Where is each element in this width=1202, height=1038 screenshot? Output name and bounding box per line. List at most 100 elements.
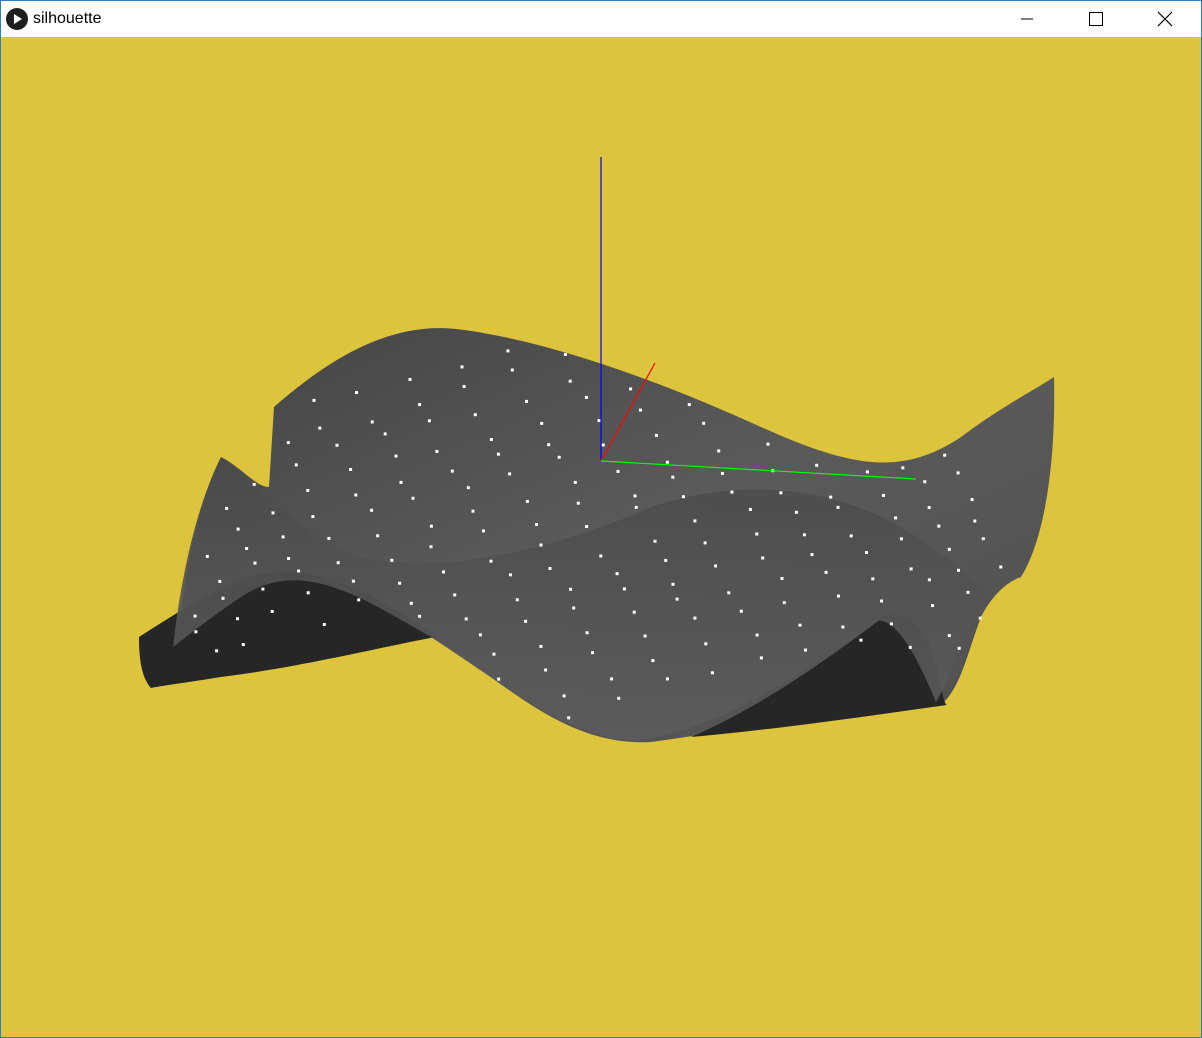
render-canvas[interactable] <box>1 37 1201 1037</box>
surface-point <box>383 432 387 436</box>
surface-point <box>766 442 770 446</box>
surface-point <box>336 561 340 565</box>
surface-point <box>923 480 927 484</box>
surface-point <box>562 694 566 698</box>
surface-point <box>215 649 219 653</box>
surface-point <box>727 591 731 595</box>
surface-point <box>794 510 798 514</box>
surface-point <box>622 587 626 591</box>
surface-point <box>591 651 594 655</box>
surface-point <box>717 449 721 453</box>
play-circle-icon <box>6 8 28 30</box>
surface-point <box>408 378 412 381</box>
surface-point <box>327 536 331 540</box>
surface-point <box>370 508 374 512</box>
surface-point <box>450 469 454 473</box>
surface-point <box>899 537 903 541</box>
surface-point <box>693 519 697 523</box>
surface-point <box>927 578 931 582</box>
surface-point <box>306 489 310 492</box>
surface-point <box>687 403 691 407</box>
surface-point <box>956 471 960 475</box>
surface-point <box>390 558 394 562</box>
surface-point <box>638 408 642 412</box>
surface-point <box>890 622 893 626</box>
surface-point <box>515 598 519 602</box>
surface-point <box>585 525 589 528</box>
surface-point <box>901 466 905 470</box>
surface-point <box>245 547 249 550</box>
surface-point <box>681 495 685 499</box>
surface-point <box>539 644 543 648</box>
surface-point <box>957 646 961 650</box>
surface-point <box>714 564 718 568</box>
surface-point <box>978 616 982 620</box>
surface-point <box>654 433 658 437</box>
surface-point <box>730 490 734 494</box>
surface-point <box>576 501 580 505</box>
surface-point <box>894 516 898 520</box>
surface-point <box>355 391 358 394</box>
surface-point <box>478 633 482 637</box>
surface-point <box>633 494 637 498</box>
surface-point <box>779 491 783 495</box>
surface-point <box>398 581 402 585</box>
surface-point <box>271 511 275 515</box>
surface-point <box>865 551 868 554</box>
surface-point <box>585 631 589 635</box>
surface-point <box>287 557 291 560</box>
surface-point <box>693 616 697 620</box>
surface-point <box>482 529 485 533</box>
app-window: silhouette <box>0 0 1202 1038</box>
surface-point <box>601 443 605 447</box>
surface-point <box>782 601 786 605</box>
title-bar[interactable]: silhouette <box>1 1 1201 37</box>
close-button[interactable] <box>1142 1 1188 37</box>
surface-point <box>427 419 431 423</box>
surface-point <box>755 532 759 536</box>
surface-point <box>510 368 514 372</box>
surface-point <box>759 656 763 660</box>
surface-point <box>937 524 941 528</box>
surface-point <box>880 599 884 603</box>
surface-point <box>947 547 951 551</box>
surface-point <box>409 601 413 605</box>
surface-point <box>294 463 298 467</box>
surface-point <box>572 606 576 610</box>
surface-point <box>194 630 198 634</box>
surface-point <box>871 577 875 581</box>
surface-point <box>497 677 501 681</box>
surface-point <box>539 543 543 547</box>
surface-point <box>841 625 845 629</box>
maximize-button[interactable] <box>1073 1 1119 37</box>
surface-point <box>802 533 806 537</box>
surface-point <box>824 570 828 574</box>
surface-point <box>473 413 477 417</box>
surface-point <box>261 587 265 591</box>
surface-point <box>643 634 647 638</box>
surface-point <box>349 468 353 471</box>
surface-point <box>418 403 422 407</box>
surface-point <box>568 379 572 383</box>
surface-point <box>524 619 528 623</box>
surface-point <box>616 469 620 473</box>
surface-point <box>584 395 588 399</box>
surface-point <box>798 623 802 627</box>
surface-point <box>671 582 675 586</box>
surface-point <box>312 398 316 402</box>
surface-point <box>411 496 415 500</box>
surface-point <box>525 399 528 403</box>
surface-point <box>435 449 439 453</box>
surface-point <box>804 648 807 652</box>
surface-point <box>471 509 475 513</box>
surface-point <box>442 570 445 574</box>
surface-point <box>311 515 315 519</box>
surface-point <box>489 559 493 563</box>
surface-point <box>573 480 577 484</box>
surface-point <box>671 475 675 479</box>
surface-point <box>651 659 655 663</box>
surface-point <box>815 463 819 467</box>
surface-point <box>218 579 222 583</box>
minimize-button[interactable] <box>1004 1 1050 37</box>
surface-point <box>836 505 840 509</box>
